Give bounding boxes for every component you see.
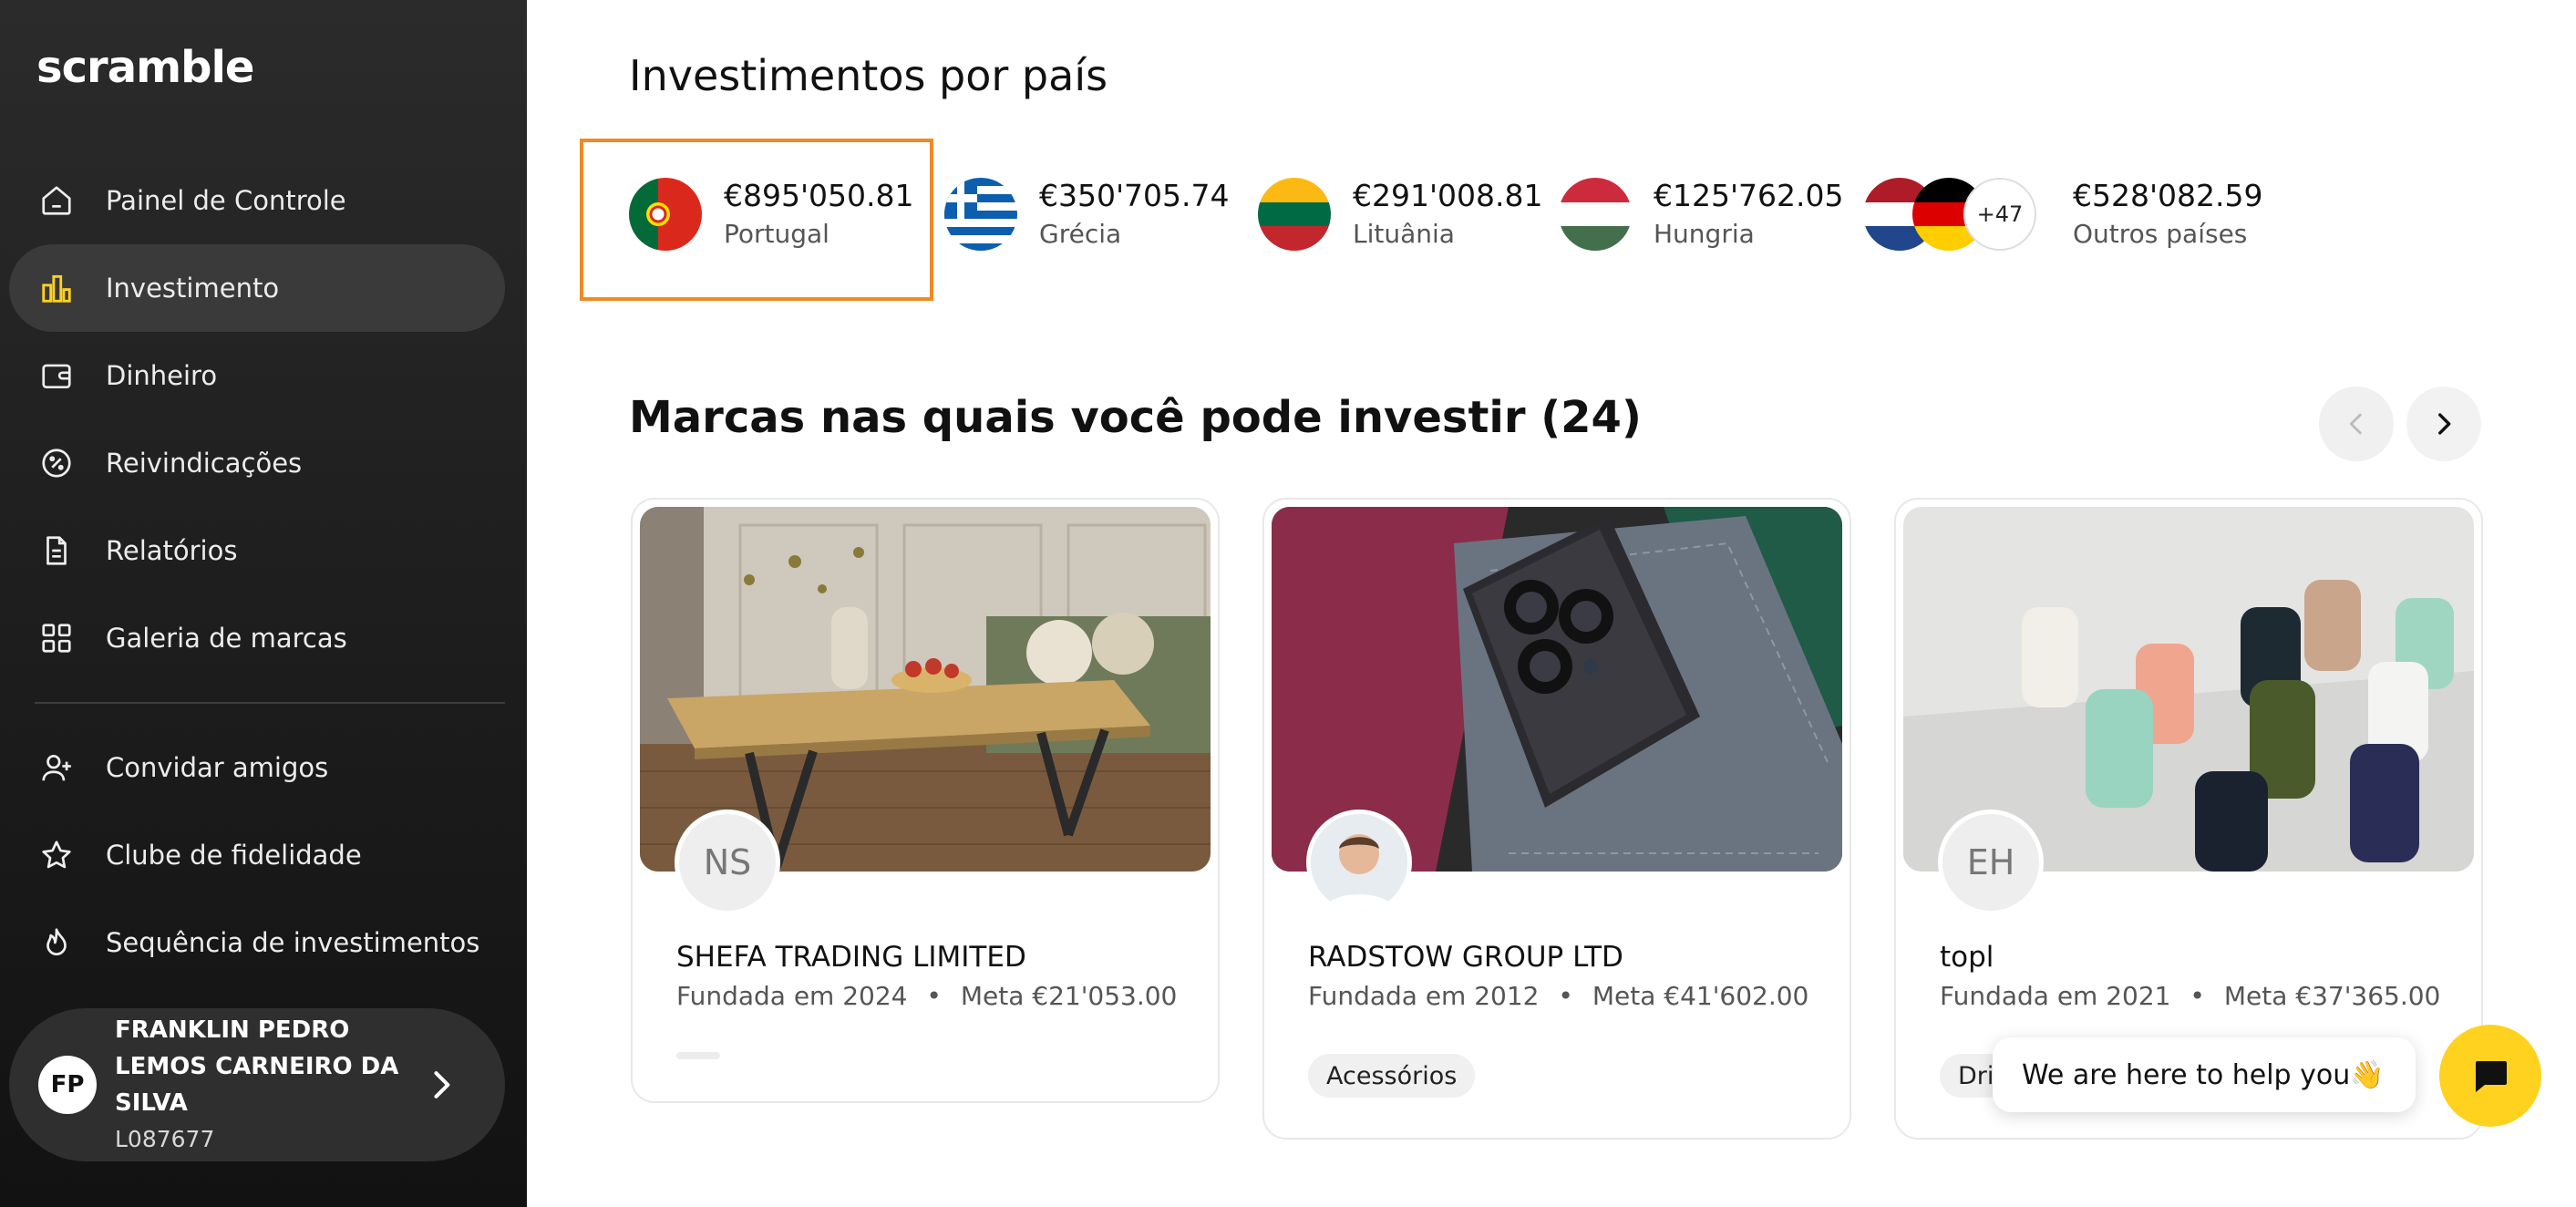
country-amount: €528'082.59: [2073, 178, 2263, 213]
sidebar-item-reports[interactable]: Relatórios: [9, 507, 505, 594]
sidebar-item-money[interactable]: Dinheiro: [9, 332, 505, 419]
sidebar: scramble Painel de Controle Investimento…: [0, 0, 527, 1207]
flag-stack: +47: [1863, 173, 2053, 255]
chevron-right-icon: [434, 1071, 450, 1099]
star-icon: [38, 837, 75, 873]
more-countries-badge: +47: [1963, 178, 2036, 251]
brand-goal: Meta €41'602.00: [1592, 981, 1809, 1011]
tag-placeholder: [676, 1052, 720, 1059]
grid-icon: [38, 620, 75, 656]
country-item-portugal[interactable]: €895'050.81 Portugal: [629, 173, 914, 255]
sidebar-item-brand-gallery[interactable]: Galeria de marcas: [9, 594, 505, 682]
brand-meta: Fundada em 2024 • Meta €21'053.00: [676, 981, 1178, 1011]
brand-card[interactable]: RADSTOW GROUP LTD Fundada em 2012 • Meta…: [1262, 498, 1851, 1140]
home-icon: [38, 182, 75, 219]
help-message-bubble[interactable]: We are here to help you👋: [1993, 1037, 2416, 1112]
brand-category-tag: Acessórios: [1308, 1054, 1476, 1098]
countries-section-title: Investimentos por país: [629, 51, 1108, 100]
sidebar-item-investment[interactable]: Investimento: [9, 244, 505, 332]
sidebar-item-label: Dinheiro: [106, 360, 218, 391]
percent-icon: [38, 445, 75, 481]
brands-section-title: Marcas nas quais você pode investir (24): [629, 392, 1642, 443]
brand-name: RADSTOW GROUP LTD: [1308, 941, 1623, 974]
brand-founded: Fundada em 2021: [1940, 981, 2171, 1011]
document-icon: [38, 532, 75, 569]
sidebar-item-dashboard[interactable]: Painel de Controle: [9, 157, 505, 244]
carousel-next-button[interactable]: [2406, 387, 2481, 461]
carousel-prev-button[interactable]: [2319, 387, 2394, 461]
chevron-right-icon: [2438, 413, 2451, 435]
chat-icon: [2476, 1061, 2507, 1092]
chevron-left-icon: [2349, 413, 2362, 435]
wallet-icon: [38, 357, 75, 394]
brand-avatar: EH: [1938, 810, 2044, 915]
brand-goal: Meta €21'053.00: [960, 981, 1178, 1011]
country-item-hungary[interactable]: €125'762.05 Hungria: [1559, 173, 1844, 255]
sidebar-item-label: Relatórios: [106, 535, 238, 566]
chat-launcher-button[interactable]: [2439, 1025, 2541, 1127]
country-amount: €350'705.74: [1039, 178, 1230, 213]
brand-card[interactable]: NS SHEFA TRADING LIMITED Fundada em 2024…: [631, 498, 1220, 1103]
brand-meta: Fundada em 2021 • Meta €37'365.00: [1940, 981, 2441, 1011]
bar-chart-icon: [38, 270, 75, 306]
country-item-lithuania[interactable]: €291'008.81 Lituânia: [1258, 173, 1543, 255]
sidebar-item-claims[interactable]: Reivindicações: [9, 419, 505, 507]
sidebar-item-label: Reivindicações: [106, 448, 303, 479]
country-name: Portugal: [724, 219, 829, 249]
user-id: L087677: [115, 1126, 215, 1152]
country-amount: €291'008.81: [1353, 178, 1543, 213]
user-name: FRANKLIN PEDRO LEMOS CARNEIRO DA SILVA: [115, 1016, 399, 1117]
country-item-other[interactable]: +47 €528'082.59 Outros países: [1863, 173, 2263, 255]
sidebar-item-label: Convidar amigos: [106, 752, 329, 783]
sidebar-item-loyalty-club[interactable]: Clube de fidelidade: [9, 811, 505, 899]
brand-meta: Fundada em 2012 • Meta €41'602.00: [1308, 981, 1809, 1011]
user-profile-card[interactable]: FP FRANKLIN PEDRO LEMOS CARNEIRO DA SILV…: [9, 1008, 505, 1161]
sidebar-item-label: Galeria de marcas: [106, 623, 347, 654]
flame-icon: [38, 924, 75, 961]
portugal-flag-icon: [629, 178, 702, 251]
brand-founded: Fundada em 2012: [1308, 981, 1540, 1011]
avatar: FP: [38, 1056, 97, 1114]
user-info: FRANKLIN PEDRO LEMOS CARNEIRO DA SILVA L…: [115, 1012, 407, 1158]
sidebar-item-label: Sequência de investimentos: [106, 927, 480, 958]
sidebar-item-invite-friends[interactable]: Convidar amigos: [9, 724, 505, 811]
country-name: Hungria: [1654, 219, 1755, 249]
brand-name: SHEFA TRADING LIMITED: [676, 941, 1026, 974]
country-name: Grécia: [1039, 219, 1122, 249]
brand-avatar: NS: [675, 810, 780, 915]
add-user-icon: [38, 749, 75, 786]
sidebar-nav: Painel de Controle Investimento Dinheiro…: [9, 157, 505, 986]
sidebar-item-label: Investimento: [106, 273, 280, 304]
app-logo[interactable]: scramble: [36, 42, 254, 93]
greece-flag-icon: [944, 178, 1017, 251]
sidebar-item-investment-streak[interactable]: Sequência de investimentos: [9, 899, 505, 986]
brand-name: topl: [1940, 941, 1994, 974]
sidebar-item-label: Clube de fidelidade: [106, 840, 362, 871]
country-amount: €895'050.81: [724, 178, 914, 213]
country-name: Outros países: [2073, 219, 2248, 249]
country-amount: €125'762.05: [1654, 178, 1844, 213]
sidebar-item-label: Painel de Controle: [106, 185, 346, 216]
brand-founded: Fundada em 2024: [676, 981, 908, 1011]
lithuania-flag-icon: [1258, 178, 1331, 251]
country-name: Lituânia: [1353, 219, 1455, 249]
country-item-greece[interactable]: €350'705.74 Grécia: [944, 173, 1230, 255]
founder-photo: [1306, 810, 1412, 915]
sidebar-divider: [35, 702, 505, 704]
hungary-flag-icon: [1559, 178, 1632, 251]
brand-goal: Meta €37'365.00: [2223, 981, 2441, 1011]
